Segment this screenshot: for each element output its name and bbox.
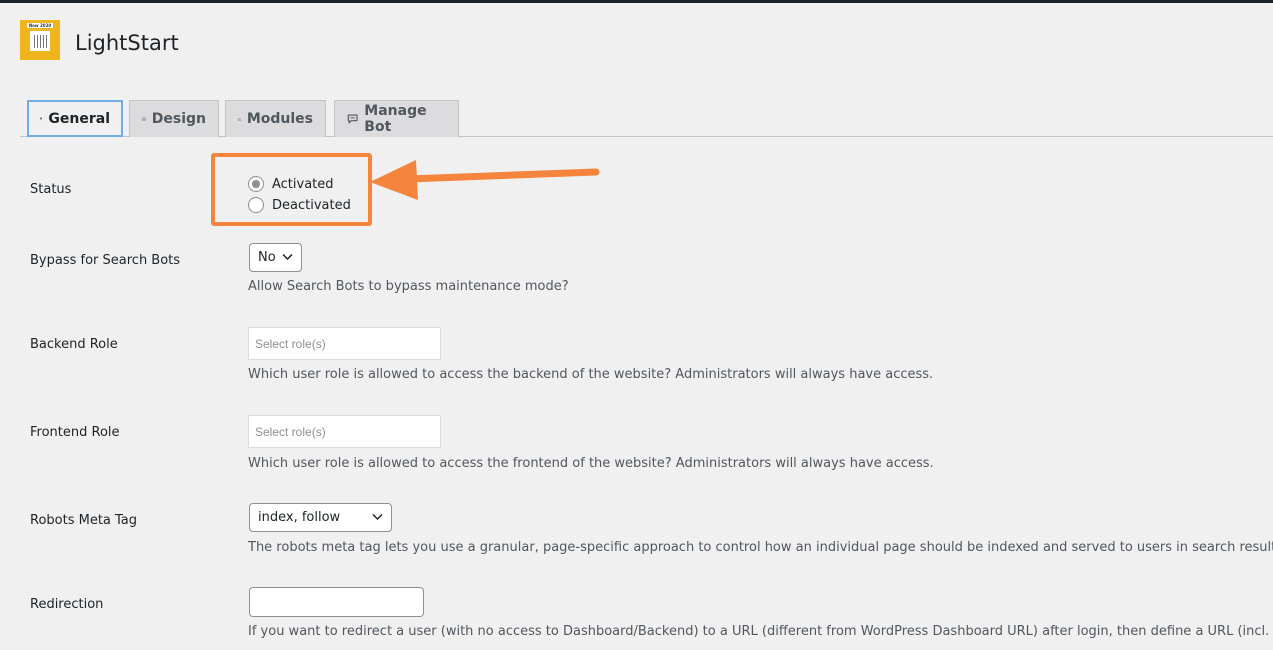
app-title: LightStart (75, 31, 179, 55)
bypass-description: Allow Search Bots to bypass maintenance … (248, 279, 569, 294)
radio-activated[interactable] (248, 176, 264, 192)
activated-label: Activated (272, 176, 334, 192)
tab-manage-bot-label: Manage Bot (364, 103, 427, 135)
bypass-label: Bypass for Search Bots (30, 253, 181, 268)
tab-general[interactable]: General (27, 100, 123, 137)
backend-role-label: Backend Role (30, 337, 118, 352)
tab-modules-label: Modules (246, 111, 313, 127)
sliders-icon (40, 117, 43, 120)
bypass-select[interactable]: No (249, 243, 302, 272)
backend-role-input[interactable]: Select role(s) (248, 327, 441, 360)
deactivated-label: Deactivated (272, 197, 351, 213)
chat-icon (347, 114, 358, 124)
logo-box-icon (30, 31, 50, 51)
redirection-input[interactable] (249, 587, 424, 617)
frontend-role-input[interactable]: Select role(s) (248, 415, 441, 448)
frontend-role-label: Frontend Role (30, 425, 120, 440)
status-option-activated[interactable]: Activated (248, 176, 334, 192)
tab-general-label: General (48, 110, 110, 127)
status-option-deactivated[interactable]: Deactivated (248, 197, 351, 213)
robots-select[interactable]: index, follow (249, 503, 392, 532)
tab-modules[interactable]: Modules (225, 100, 326, 137)
robots-label: Robots Meta Tag (30, 513, 138, 528)
robots-description: The robots meta tag lets you use a granu… (248, 540, 1273, 555)
image-icon (142, 117, 146, 121)
redirection-label: Redirection (30, 597, 104, 612)
backend-role-description: Which user role is allowed to access the… (248, 367, 934, 382)
backend-role-placeholder: Select role(s) (255, 336, 326, 351)
tab-manage-bot[interactable]: Manage Bot (334, 100, 459, 137)
frontend-role-placeholder: Select role(s) (255, 424, 326, 439)
app-logo: Now 2020 (20, 20, 60, 60)
radio-deactivated[interactable] (248, 197, 264, 213)
annotation-arrow-icon (370, 160, 600, 200)
frontend-role-description: Which user role is allowed to access the… (248, 456, 934, 471)
top-bar (0, 0, 1273, 3)
redirection-description: If you want to redirect a user (with no … (248, 624, 1273, 639)
tab-design[interactable]: Design (129, 100, 219, 137)
tab-design-label: Design (151, 111, 206, 127)
logo-tag: Now 2020 (27, 23, 53, 28)
chevron-down-icon (282, 253, 293, 261)
status-label: Status (30, 182, 72, 197)
bypass-value: No (258, 250, 276, 265)
modules-icon (238, 117, 241, 121)
chevron-down-icon (372, 513, 383, 521)
robots-value: index, follow (258, 510, 341, 525)
